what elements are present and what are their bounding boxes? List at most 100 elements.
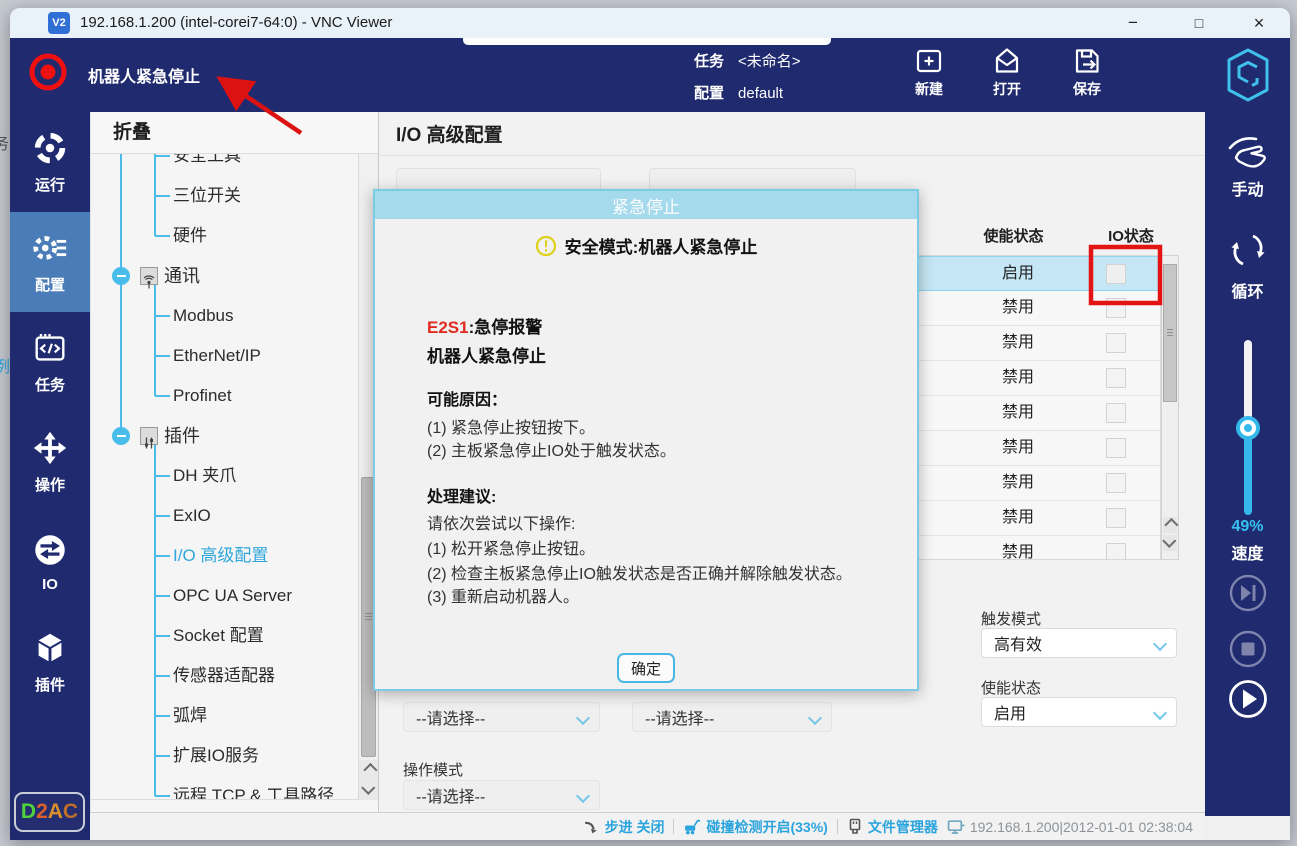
chevron-down-icon xyxy=(1153,637,1167,651)
tree-node-communication[interactable]: 通讯 xyxy=(91,258,358,294)
scroll-down-button[interactable] xyxy=(1163,535,1177,551)
table-scrollbar[interactable] xyxy=(1161,255,1179,560)
status-bar: 步进 关闭 碰撞检测开启(33%) 文件管理器 xyxy=(90,812,1205,840)
step-mode-status[interactable]: 步进 关闭 xyxy=(583,817,665,837)
sidebar-item-task[interactable]: 任务 xyxy=(10,312,90,412)
save-button[interactable]: 保存 xyxy=(1054,45,1120,99)
tree-item-opc-ua-server[interactable]: OPC UA Server xyxy=(91,578,358,614)
divider xyxy=(837,819,838,834)
suggestion-item: (3) 重新启动机器人。 xyxy=(427,583,579,607)
stop-button[interactable] xyxy=(1227,628,1269,670)
tree-item-hardware[interactable]: 硬件 xyxy=(91,218,358,254)
io-state-checkbox[interactable] xyxy=(1106,333,1126,353)
tree-item-profinet[interactable]: Profinet xyxy=(91,378,358,414)
dialog-alert-row: 安全模式:机器人紧急停止 xyxy=(375,233,917,258)
tree-node-plugins[interactable]: 插件 xyxy=(91,418,358,454)
tree-item-sensor-adapter[interactable]: 传感器适配器 xyxy=(91,658,358,694)
scrollbar-thumb[interactable] xyxy=(1163,264,1177,402)
task-value: <未命名> xyxy=(738,53,801,70)
sidebar-item-plugin[interactable]: 插件 xyxy=(10,612,90,712)
io-state-checkbox[interactable] xyxy=(1106,264,1126,284)
minimize-button[interactable]: − xyxy=(1110,8,1156,38)
emergency-stop-label: 机器人紧急停止 xyxy=(88,63,200,87)
suggestion-item: (2) 检查主板紧急停止IO触发状态是否正确并解除触发状态。 xyxy=(427,560,852,584)
desktop: 务 例 V2 192.168.1.200 (intel-corei7-64:0)… xyxy=(0,0,1297,846)
emergency-stop-dialog: 紧急停止 安全模式:机器人紧急停止 E2S1:急停报警 机器人紧急停止 可能原因… xyxy=(373,189,919,691)
enable-state-label: 使能状态 xyxy=(981,677,1041,698)
tree-item-remote-tcp-toolpath[interactable]: 远程 TCP & 工具路径 xyxy=(91,778,358,800)
emergency-stop-indicator: 机器人紧急停止 xyxy=(26,50,246,96)
emergency-stop-icon xyxy=(26,50,70,94)
maximize-button[interactable]: □ xyxy=(1176,8,1222,38)
operation-mode-label: 操作模式 xyxy=(403,759,463,780)
collision-icon xyxy=(683,818,701,835)
collision-detection-status[interactable]: 碰撞检测开启(33%) xyxy=(683,817,827,837)
desktop-edge-text: 务 xyxy=(0,130,9,154)
run-icon xyxy=(31,129,69,167)
tree-item-extended-io-service[interactable]: 扩展IO服务 xyxy=(91,738,358,774)
suggestions-intro: 请依次尝试以下操作: xyxy=(427,510,575,534)
divider xyxy=(673,819,674,834)
io-state-checkbox[interactable] xyxy=(1106,473,1126,493)
scroll-up-button[interactable] xyxy=(359,760,378,780)
new-button[interactable]: 新建 xyxy=(896,45,962,99)
trigger-mode-label: 触发模式 xyxy=(981,608,1041,629)
tree-item-three-position-switch[interactable]: 三位开关 xyxy=(91,178,358,214)
move-arrows-icon xyxy=(31,429,69,467)
desktop-edge-text: 例 xyxy=(0,353,10,377)
column-header-io-state: IO状态 xyxy=(1092,225,1170,246)
select-placeholder-1[interactable]: --请选择-- xyxy=(403,702,600,732)
sidebar-item-operate[interactable]: 操作 xyxy=(10,412,90,512)
io-state-checkbox[interactable] xyxy=(1106,298,1126,318)
tree-item-dh-gripper[interactable]: DH 夹爪 xyxy=(91,458,358,494)
file-manager-link[interactable]: 文件管理器 xyxy=(847,817,938,837)
trigger-mode-select[interactable]: 高有效 xyxy=(981,628,1177,658)
close-button[interactable]: × xyxy=(1236,8,1282,38)
window-title: 192.168.1.200 (intel-corei7-64:0) - VNC … xyxy=(80,14,392,31)
tree-item-socket-config[interactable]: Socket 配置 xyxy=(91,618,358,654)
brand-logo-icon xyxy=(1226,47,1270,103)
divider xyxy=(379,155,1205,156)
enable-state-select[interactable]: 启用 xyxy=(981,697,1177,727)
sidebar-item-run[interactable]: 运行 xyxy=(10,112,90,212)
sidebar-item-config[interactable]: 配置 xyxy=(10,212,90,312)
collapse-minus-icon[interactable] xyxy=(112,267,130,285)
task-label: 任务 xyxy=(694,53,724,70)
hand-icon xyxy=(1226,132,1270,168)
left-sidebar: 运行 配置 任务 xyxy=(10,112,90,840)
d2ac-button[interactable]: D2AC xyxy=(14,792,85,832)
sidebar-item-io[interactable]: IO xyxy=(10,512,90,612)
tree-item-io-advanced-config[interactable]: I/O 高级配置 xyxy=(91,538,358,574)
causes-title: 可能原因： xyxy=(427,386,507,410)
scroll-down-button[interactable] xyxy=(359,780,378,800)
operation-mode-select[interactable]: --请选择-- xyxy=(403,780,600,810)
antenna-icon xyxy=(140,267,158,285)
select-placeholder-2[interactable]: --请选择-- xyxy=(632,702,832,732)
speed-slider-thumb[interactable] xyxy=(1236,416,1260,440)
tree-item-arc-welding[interactable]: 弧焊 xyxy=(91,698,358,734)
io-state-checkbox[interactable] xyxy=(1106,403,1126,423)
step-arrow-icon xyxy=(583,818,600,835)
io-state-checkbox[interactable] xyxy=(1106,438,1126,458)
io-state-checkbox[interactable] xyxy=(1106,368,1126,388)
loop-mode-button[interactable]: 循环 xyxy=(1205,230,1290,302)
ok-button[interactable]: 确定 xyxy=(617,653,675,683)
chevron-up-icon xyxy=(363,763,377,777)
tree-item-safety-tools[interactable]: 安全工具 xyxy=(91,154,358,174)
play-button[interactable] xyxy=(1227,678,1269,720)
error-detail: 机器人紧急停止 xyxy=(427,342,546,367)
io-state-checkbox[interactable] xyxy=(1106,543,1126,560)
tree-item-modbus[interactable]: Modbus xyxy=(91,298,358,334)
tree-item-ethernet-ip[interactable]: EtherNet/IP xyxy=(91,338,358,374)
stop-icon xyxy=(1227,628,1269,670)
collapse-minus-icon[interactable] xyxy=(112,427,130,445)
tree-collapse-header[interactable]: 折叠 xyxy=(91,112,378,154)
vnc-toolbar-handle[interactable] xyxy=(463,38,831,45)
scroll-up-button[interactable] xyxy=(1163,517,1177,533)
io-state-checkbox[interactable] xyxy=(1106,508,1126,528)
open-button[interactable]: 打开 xyxy=(974,45,1040,99)
manual-mode-button[interactable]: 手动 xyxy=(1205,132,1290,200)
chevron-down-icon xyxy=(576,789,590,803)
step-forward-button[interactable] xyxy=(1227,572,1269,614)
tree-item-exio[interactable]: ExIO xyxy=(91,498,358,534)
